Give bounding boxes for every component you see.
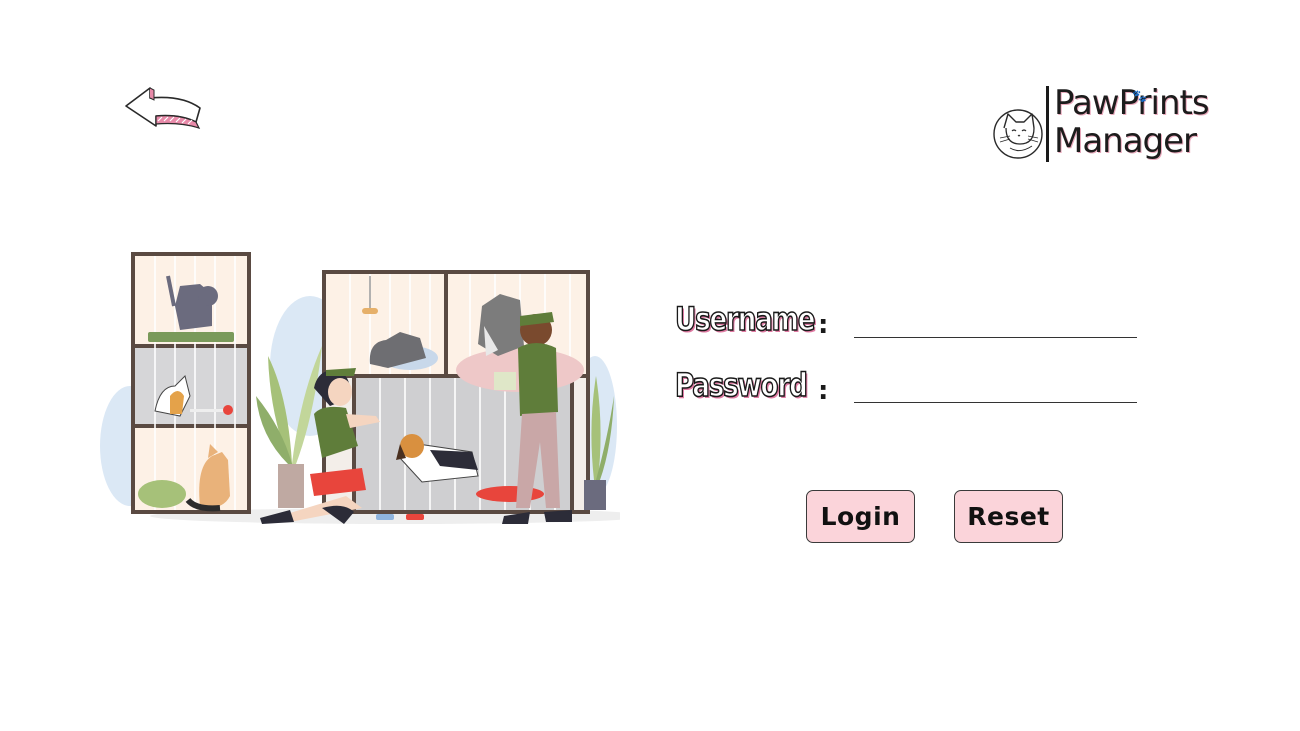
username-input[interactable] (854, 310, 1137, 338)
back-arrow-icon (125, 87, 201, 129)
reset-button[interactable]: Reset (954, 490, 1063, 543)
cat-icon (993, 109, 1043, 159)
left-cage-unit (131, 252, 251, 514)
app-logo: PawPrints Manager 🐾 (990, 84, 1210, 168)
paw-icon: 🐾 (1132, 89, 1147, 103)
username-label: Username (674, 299, 816, 339)
back-button[interactable] (120, 82, 206, 134)
username-colon: : (818, 310, 829, 340)
pet-shelter-illustration (100, 246, 650, 536)
login-button[interactable]: Login (806, 490, 915, 543)
logo-divider (1046, 86, 1049, 162)
password-label: Password (674, 365, 808, 405)
password-input[interactable] (854, 375, 1137, 403)
logo-line-2: Manager (1054, 121, 1197, 161)
password-colon: : (818, 376, 829, 406)
